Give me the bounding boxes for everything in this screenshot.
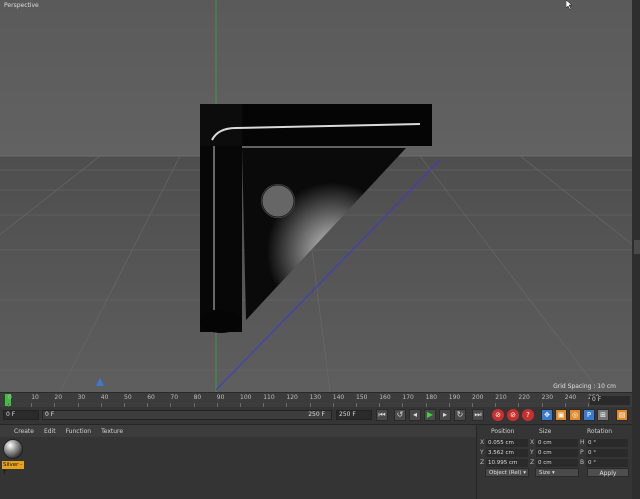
axis-label: X: [480, 439, 485, 446]
size-z-field[interactable]: 0 cm: [536, 459, 578, 467]
timeline-tick-label: 60: [147, 394, 155, 401]
size-header: Size: [539, 428, 552, 435]
size-x-field[interactable]: 0 cm: [536, 439, 578, 447]
frame-range-slider[interactable]: 0 F 250 F: [42, 410, 332, 420]
rotation-h-field[interactable]: 0 °: [586, 439, 628, 447]
axis-label: Y: [530, 449, 534, 456]
timeline-tick-label: 180: [425, 394, 438, 401]
rotation-p-field[interactable]: 0 °: [586, 449, 628, 457]
grid-spacing-label: Grid Spacing : 10 cm: [553, 383, 616, 390]
axis-label: Z: [480, 459, 485, 466]
axis-label: H: [580, 439, 585, 446]
range-start-label: 0 F: [45, 411, 55, 418]
record-active-objects-button[interactable]: ⊘: [492, 409, 504, 421]
timeline-tick-label: 0: [8, 394, 12, 401]
position-header: Position: [491, 428, 515, 435]
timeline-tick-label: 160: [379, 394, 391, 401]
timeline-tick-label: 200: [472, 394, 484, 401]
menu-function[interactable]: Function: [66, 428, 92, 435]
keyframe-selection-button[interactable]: ?: [522, 409, 534, 421]
axis-label: B: [580, 459, 585, 466]
timeline-tick-label: 10: [31, 394, 39, 401]
timeline-tick-label: 30: [77, 394, 86, 401]
timeline-tick-label: 80: [193, 394, 202, 401]
viewport-label: Perspective: [4, 2, 39, 9]
timeline-tick-label: 110: [263, 394, 275, 401]
viewport-perspective[interactable]: Perspective Grid Spacing : 10 cm: [0, 0, 632, 392]
viewport-scene: [0, 0, 632, 392]
size-y-field[interactable]: 0 cm: [536, 449, 578, 457]
range-end-label: 250 F: [308, 411, 325, 418]
apply-button[interactable]: Apply: [587, 468, 629, 477]
timeline-ruler[interactable]: 0 10 20 30 40 50 60 70 80 90 100 110 120 130 140 150 160…: [0, 392, 632, 407]
timeline-tick-label: 90: [216, 394, 225, 401]
rotation-header: Rotation: [587, 428, 613, 435]
timeline-tick-label: 100: [240, 394, 252, 401]
menu-texture[interactable]: Texture: [101, 428, 123, 435]
timeline-tick-label: 20: [54, 394, 63, 401]
coordinate-mode-dropdown[interactable]: Object (Rel) ▾: [485, 468, 529, 477]
timeline-menu-icon[interactable]: ▤: [616, 409, 628, 421]
menu-edit[interactable]: Edit: [44, 428, 56, 435]
size-mode-value: Size: [539, 470, 551, 476]
timeline-tick-label: 210: [495, 394, 507, 401]
coordinate-mode-value: Object (Rel): [489, 470, 522, 476]
timeline-tick-label: 120: [286, 394, 298, 401]
rotate-key-icon[interactable]: ◎: [569, 409, 581, 421]
timeline-tick-label: 130: [309, 394, 322, 401]
right-panel-edge: [632, 0, 640, 499]
axis-label: P: [580, 449, 584, 456]
menu-create[interactable]: Create: [14, 428, 34, 435]
timeline-tick-label: 240: [564, 394, 577, 401]
autokeying-button[interactable]: ⊘: [507, 409, 519, 421]
timeline-tick-label: 170: [402, 394, 414, 401]
go-to-end-button[interactable]: ⏭: [472, 409, 484, 421]
position-x-field[interactable]: 0.055 cm: [486, 439, 528, 447]
material-name-label[interactable]: Silver - T: [2, 461, 24, 476]
material-manager: Create Edit Function Texture Silver - T: [0, 424, 476, 499]
axis-label: X: [530, 439, 535, 446]
timeline-tick-label: 140: [332, 394, 345, 401]
go-to-start-button[interactable]: ⏮: [376, 409, 388, 421]
pla-key-icon[interactable]: ⊞: [597, 409, 609, 421]
material-menubar: Create Edit Function Texture: [0, 425, 476, 437]
position-y-field[interactable]: 3.562 cm: [486, 449, 528, 457]
scale-key-icon[interactable]: ▣: [555, 409, 567, 421]
timeline-tick-label: 40: [100, 394, 109, 401]
axis-label: Z: [530, 459, 535, 466]
timeline-tick-label: 190: [448, 394, 461, 401]
coordinates-manager: Position Size Rotation X 0.055 cm X 0 cm…: [476, 424, 632, 499]
start-frame-field[interactable]: 0 F: [3, 410, 39, 420]
mouse-cursor-icon: [566, 0, 573, 10]
timeline-tick-label: 220: [518, 394, 530, 401]
transport-bar: 0 F 0 F 250 F 250 F ⏮ ↺ ◂ ▶ ▸ ↻ ⏭ ⊘ ⊘ ? …: [0, 407, 632, 424]
next-key-button[interactable]: ↻: [454, 409, 466, 421]
rotation-b-field[interactable]: 0 °: [586, 459, 628, 467]
previous-key-button[interactable]: ↺: [394, 409, 406, 421]
timeline-tick-label: 70: [170, 394, 179, 401]
position-z-field[interactable]: 10.995 cm: [486, 459, 528, 467]
step-back-button[interactable]: ◂: [409, 409, 421, 421]
axis-label: Y: [480, 449, 484, 456]
timeline-tick-label: 230: [541, 394, 554, 401]
timeline-tick-label: 50: [124, 394, 132, 401]
size-mode-dropdown[interactable]: Size ▾: [535, 468, 579, 477]
timeline-tick-label: 150: [356, 394, 368, 401]
step-forward-button[interactable]: ▸: [439, 409, 451, 421]
play-button[interactable]: ▶: [424, 409, 436, 421]
parameter-key-icon[interactable]: P: [583, 409, 595, 421]
move-key-icon[interactable]: ✥: [541, 409, 553, 421]
material-sphere-icon[interactable]: [3, 439, 23, 459]
current-frame-field[interactable]: 0 F: [590, 396, 630, 405]
end-frame-field[interactable]: 250 F: [336, 410, 372, 420]
